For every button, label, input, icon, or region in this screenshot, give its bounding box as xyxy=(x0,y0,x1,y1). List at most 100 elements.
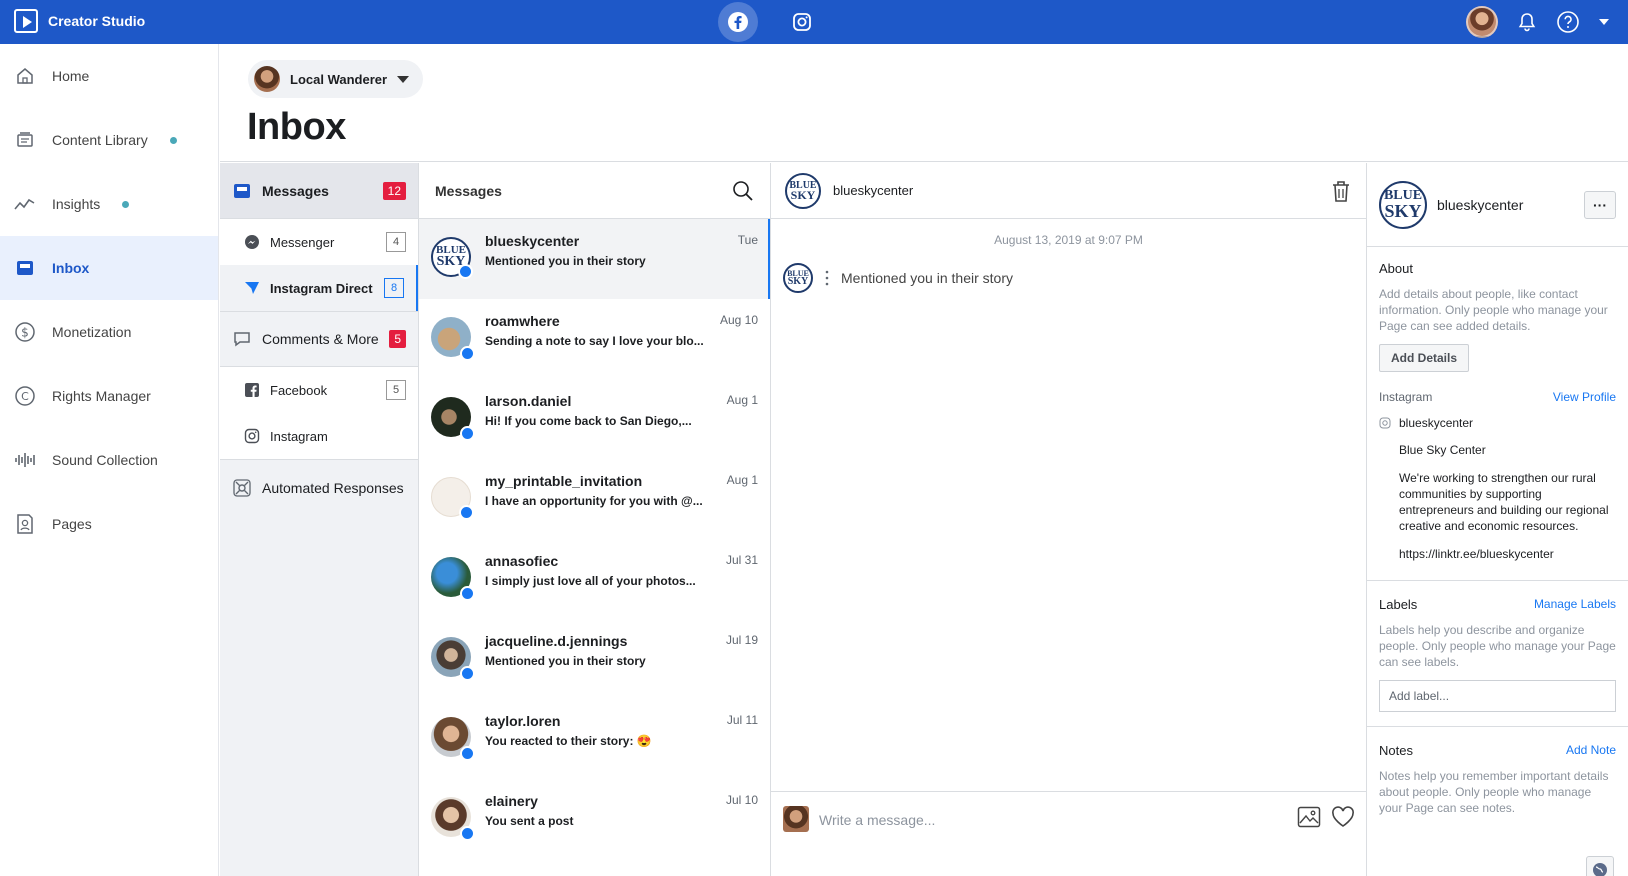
about-description: Add details about people, like contact i… xyxy=(1379,287,1608,333)
labels-title: Labels xyxy=(1379,597,1418,612)
conversation-snippet: Mentioned you in their story xyxy=(485,254,646,268)
conversation-item[interactable]: roamwhere Sending a note to say I love y… xyxy=(419,299,770,379)
nav-item-rights-manager[interactable]: C Rights Manager xyxy=(0,364,218,428)
avatar xyxy=(431,477,474,520)
conversation-date: Jul 31 xyxy=(725,553,758,567)
conversation-text: elainery You sent a post xyxy=(485,793,758,859)
subnav-comments[interactable]: Comments & More 5 xyxy=(220,311,418,367)
subnav-label: Instagram Direct xyxy=(270,280,373,296)
conversation-snippet: You sent a post xyxy=(485,814,574,828)
thread-avatar[interactable]: BLUE SKY xyxy=(785,172,821,209)
about-section: About Add details about people, like con… xyxy=(1367,247,1628,581)
trash-icon[interactable] xyxy=(1330,179,1352,203)
message-thread: BLUE SKY blueskycenter August 13, 2019 at… xyxy=(771,163,1367,876)
conversation-date: Aug 1 xyxy=(726,393,758,407)
vertical-dots-icon[interactable] xyxy=(825,269,829,287)
thread-message: BLUE SKY Mentioned you in their story xyxy=(783,263,1366,293)
view-profile-link[interactable]: View Profile xyxy=(1553,390,1616,404)
instagram-url[interactable]: https://linktr.ee/blueskycenter xyxy=(1399,546,1616,562)
profile-header: BLUE SKY blueskycenter ··· xyxy=(1367,163,1628,247)
avatar xyxy=(431,557,475,601)
conversation-text: annasofiec I simply just love all of you… xyxy=(485,553,758,619)
more-options-button[interactable]: ··· xyxy=(1584,190,1616,219)
image-icon[interactable] xyxy=(1297,806,1321,828)
chevron-down-icon[interactable] xyxy=(1598,16,1610,28)
avatar xyxy=(431,637,475,681)
user-avatar[interactable] xyxy=(1466,6,1498,38)
conversation-snippet: You reacted to their story: 😍 xyxy=(485,734,652,748)
instagram-handle: blueskycenter xyxy=(1399,416,1474,430)
subnav-messenger[interactable]: Messenger 4 xyxy=(220,219,418,265)
page-selector[interactable]: Local Wanderer xyxy=(248,60,424,98)
nav-item-insights[interactable]: Insights xyxy=(0,172,218,236)
count-badge: 5 xyxy=(386,380,406,400)
add-details-button[interactable]: Add Details xyxy=(1379,344,1470,372)
conversation-item[interactable]: jacqueline.d.jennings Mentioned you in t… xyxy=(419,619,770,699)
nav-item-home[interactable]: Home xyxy=(0,44,218,108)
conversation-name: larson.daniel xyxy=(485,393,572,409)
conversation-item[interactable]: my_printable_invitation I have an opport… xyxy=(419,459,770,539)
nav-label: Inbox xyxy=(52,260,90,276)
about-title: About xyxy=(1379,261,1413,276)
pages-icon xyxy=(14,513,36,535)
instagram-icon xyxy=(1379,417,1391,429)
bell-icon[interactable] xyxy=(1516,11,1538,33)
nav-label: Insights xyxy=(52,196,101,212)
add-note-link[interactable]: Add Note xyxy=(1566,743,1616,758)
nav-item-inbox[interactable]: Inbox xyxy=(0,236,218,300)
notes-description: Notes help you remember important detail… xyxy=(1379,769,1609,815)
avatar xyxy=(431,397,475,441)
conversation-snippet: Sending a note to say I love your blo... xyxy=(485,334,704,348)
add-label-input[interactable] xyxy=(1379,680,1616,712)
subnav-automated-responses[interactable]: Automated Responses xyxy=(220,459,418,515)
conversation-date: Tue xyxy=(737,233,758,247)
avatar xyxy=(431,717,475,761)
count-badge: 4 xyxy=(386,232,406,252)
conversation-name: my_printable_invitation xyxy=(485,473,643,489)
subnav-messages[interactable]: Messages 12 xyxy=(220,163,418,219)
nav-item-pages[interactable]: Pages xyxy=(0,492,218,556)
heart-icon[interactable] xyxy=(1331,806,1355,828)
count-badge: 8 xyxy=(384,278,404,298)
subnav-instagram-direct[interactable]: Instagram Direct 8 xyxy=(220,265,418,311)
avatar xyxy=(431,317,475,361)
nav-item-content-library[interactable]: Content Library xyxy=(0,108,218,172)
globe-button[interactable] xyxy=(1586,856,1614,876)
instagram-badge-icon xyxy=(458,264,473,279)
conversation-item[interactable]: annasofiec I simply just love all of you… xyxy=(419,539,770,619)
instagram-badge-icon xyxy=(460,426,475,441)
instagram-platform-button[interactable] xyxy=(782,2,822,42)
nav-item-monetization[interactable]: $ Monetization xyxy=(0,300,218,364)
nav-label: Rights Manager xyxy=(52,388,151,404)
thread-username[interactable]: blueskycenter xyxy=(833,183,913,198)
new-indicator-dot xyxy=(169,136,177,144)
conversation-item[interactable]: BLUE SKY blueskycenter Mentioned you in t… xyxy=(419,219,770,299)
conversation-item[interactable]: larson.daniel Hi! If you come back to Sa… xyxy=(419,379,770,459)
avatar xyxy=(431,797,475,841)
conversation-list: Messages BLUE SKY blueskycenter Mentioned… xyxy=(419,163,771,876)
subnav-label: Facebook xyxy=(270,382,328,398)
manage-labels-link[interactable]: Manage Labels xyxy=(1534,597,1616,612)
profile-panel: BLUE SKY blueskycenter ··· About Add deta… xyxy=(1367,163,1628,876)
brand[interactable]: Creator Studio xyxy=(14,9,145,33)
conversation-name: taylor.loren xyxy=(485,713,561,729)
instagram-badge-icon xyxy=(460,586,475,601)
search-icon[interactable] xyxy=(732,180,754,202)
inbox-icon xyxy=(234,183,250,198)
nav-item-sound-collection[interactable]: Sound Collection xyxy=(0,428,218,492)
unread-count-badge: 5 xyxy=(389,330,406,348)
nav-label: Home xyxy=(52,68,90,84)
subnav-facebook[interactable]: Facebook 5 xyxy=(220,367,418,413)
facebook-square-icon xyxy=(245,383,259,397)
message-input[interactable] xyxy=(819,812,1287,828)
inbox-icon xyxy=(14,257,36,279)
help-icon[interactable] xyxy=(1556,10,1580,34)
conversation-item[interactable]: elainery You sent a post Jul 10 xyxy=(419,779,770,859)
profile-avatar: BLUE SKY xyxy=(1379,180,1427,229)
sound-wave-icon xyxy=(14,449,36,471)
facebook-platform-button[interactable] xyxy=(718,2,758,42)
subnav-instagram[interactable]: Instagram xyxy=(220,413,418,459)
subnav-label: Automated Responses xyxy=(262,479,404,496)
message-avatar: BLUE SKY xyxy=(783,263,813,293)
conversation-item[interactable]: taylor.loren You reacted to their story:… xyxy=(419,699,770,779)
